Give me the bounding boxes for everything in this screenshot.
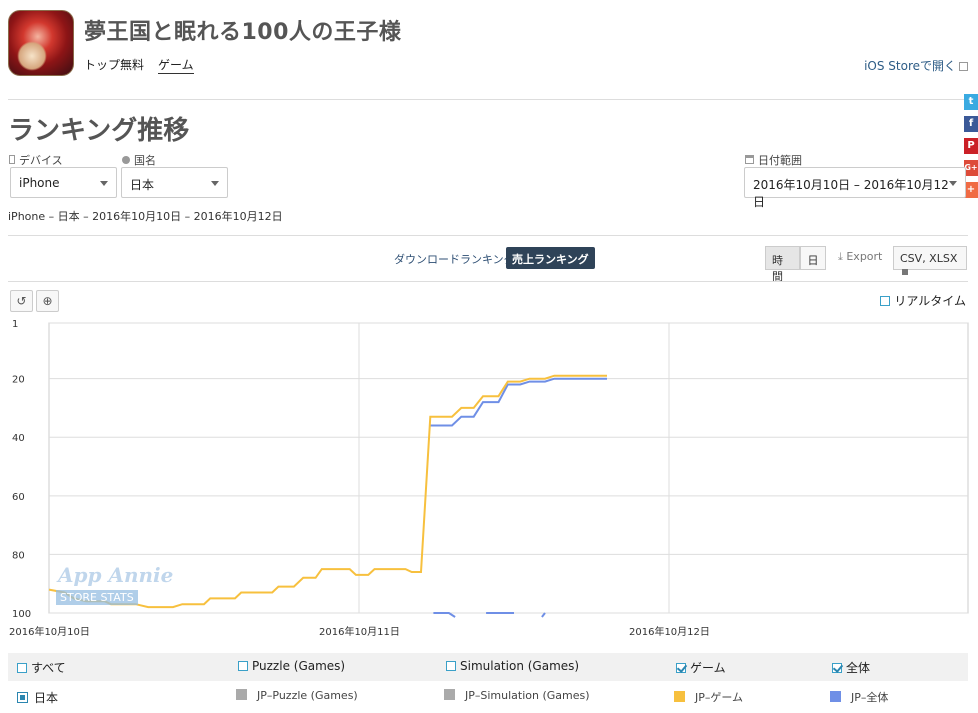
legend-series-jp-puzzle[interactable]: JP–Puzzle (Games) — [236, 689, 358, 702]
y-tick-label: 80 — [12, 550, 25, 561]
series-jp-overall-fragment — [433, 612, 456, 618]
x-tick-label: 2016年10月10日 — [9, 625, 90, 638]
checkbox-icon — [17, 663, 27, 673]
date-range-value: 2016年10月10日 – 2016年10月12日 — [753, 178, 949, 209]
legend-simulation-checkbox[interactable]: Simulation (Games) — [446, 659, 579, 673]
hour-toggle-button[interactable]: 時間 — [765, 246, 800, 283]
y-tick-label: 40 — [12, 433, 25, 444]
x-tick-label: 2016年10月11日 — [319, 625, 400, 638]
external-link-icon — [959, 62, 968, 71]
ios-store-link[interactable]: iOS Storeで開く — [864, 57, 968, 74]
date-range-label: 日付範囲 — [745, 152, 802, 168]
divider — [8, 235, 968, 236]
export-button[interactable]: ⤓ Export — [838, 250, 882, 264]
realtime-label: リアルタイム — [894, 294, 966, 308]
blue-swatch-icon — [830, 691, 841, 702]
divider — [8, 281, 968, 282]
legend-series-jp-game[interactable]: JP–ゲーム — [674, 689, 743, 705]
csv-xlsx-label: CSV, XLSX — [900, 252, 958, 265]
chevron-down-icon — [211, 181, 219, 186]
chevron-down-icon — [100, 181, 108, 186]
device-select[interactable]: iPhone — [10, 167, 117, 198]
app-title: 夢王国と眠れる100人の王子様 — [84, 20, 402, 45]
share-more-icon[interactable]: + — [964, 182, 978, 198]
nav-top-free-link[interactable]: トップ無料 — [84, 56, 144, 73]
checked-checkbox-icon — [676, 663, 686, 673]
filter-summary: iPhone – 日本 – 2016年10月10日 – 2016年10月12日 — [8, 210, 283, 223]
legend-overall-checkbox[interactable]: 全体 — [832, 659, 870, 676]
device-select-value: iPhone — [19, 176, 60, 190]
series-jp-overall-fragment — [541, 612, 546, 618]
tab-sales-ranking[interactable]: 売上ランキング — [506, 247, 595, 269]
watermark-brand: App Annie — [58, 563, 174, 587]
pinterest-icon[interactable]: P — [964, 138, 978, 154]
gray-swatch-icon — [236, 689, 247, 700]
google-plus-icon[interactable]: G+ — [964, 160, 978, 176]
legend-puzzle-checkbox[interactable]: Puzzle (Games) — [238, 659, 345, 673]
ios-store-link-label: iOS Storeで開く — [864, 59, 956, 73]
checkbox-icon — [238, 661, 248, 671]
y-tick-label: 20 — [12, 375, 25, 386]
csv-xlsx-button[interactable]: CSV, XLSX — [893, 246, 967, 275]
ranking-chart: 1 20 40 60 80 100 2016年10月10日 2016年10月11日 2016年1… — [9, 319, 969, 638]
y-tick-label: 60 — [12, 492, 25, 503]
country-filter-label: 国名 — [122, 152, 156, 168]
y-tick-label: 100 — [12, 609, 31, 620]
facebook-icon[interactable]: f — [964, 116, 978, 132]
x-tick-label: 2016年10月12日 — [629, 625, 710, 638]
watermark-sub: STORE STATS — [56, 590, 138, 605]
calendar-icon — [745, 155, 754, 164]
date-range-select[interactable]: 2016年10月10日 – 2016年10月12日 — [744, 167, 966, 209]
zoom-icon[interactable]: ⊕ — [36, 290, 59, 312]
checkbox-icon — [446, 661, 456, 671]
country-select-value: 日本 — [130, 178, 155, 192]
legend-game-checkbox[interactable]: ゲーム — [676, 659, 726, 676]
day-toggle-button[interactable]: 日 — [800, 246, 826, 270]
globe-icon — [122, 156, 130, 164]
device-icon — [9, 155, 15, 164]
device-filter-label: デバイス — [9, 152, 63, 168]
radio-selected-icon — [17, 692, 28, 703]
gray-swatch-icon — [444, 689, 455, 700]
legend-series-jp-overall[interactable]: JP–全体 — [830, 689, 888, 705]
country-select[interactable]: 日本 — [121, 167, 228, 198]
chevron-down-icon — [949, 181, 957, 186]
divider — [8, 99, 968, 100]
lock-icon — [902, 269, 908, 275]
plot-area — [48, 322, 969, 614]
yellow-swatch-icon — [674, 691, 685, 702]
section-title: ランキング推移 — [8, 116, 190, 146]
y-tick-label: 1 — [12, 319, 18, 330]
tab-download-ranking[interactable]: ダウンロードランキング — [394, 251, 515, 267]
checked-checkbox-icon — [832, 663, 842, 673]
nav-game-link[interactable]: ゲーム — [158, 56, 194, 74]
legend-country-radio[interactable]: 日本 — [17, 689, 58, 706]
reset-zoom-icon[interactable]: ↺ — [10, 290, 33, 312]
legend-all-checkbox[interactable]: すべて — [17, 659, 66, 676]
twitter-icon[interactable]: t — [964, 94, 978, 110]
checkbox-icon — [880, 296, 891, 306]
realtime-checkbox[interactable]: リアルタイム — [880, 292, 966, 309]
legend-series-jp-simulation[interactable]: JP–Simulation (Games) — [444, 689, 590, 702]
app-icon — [8, 10, 74, 76]
